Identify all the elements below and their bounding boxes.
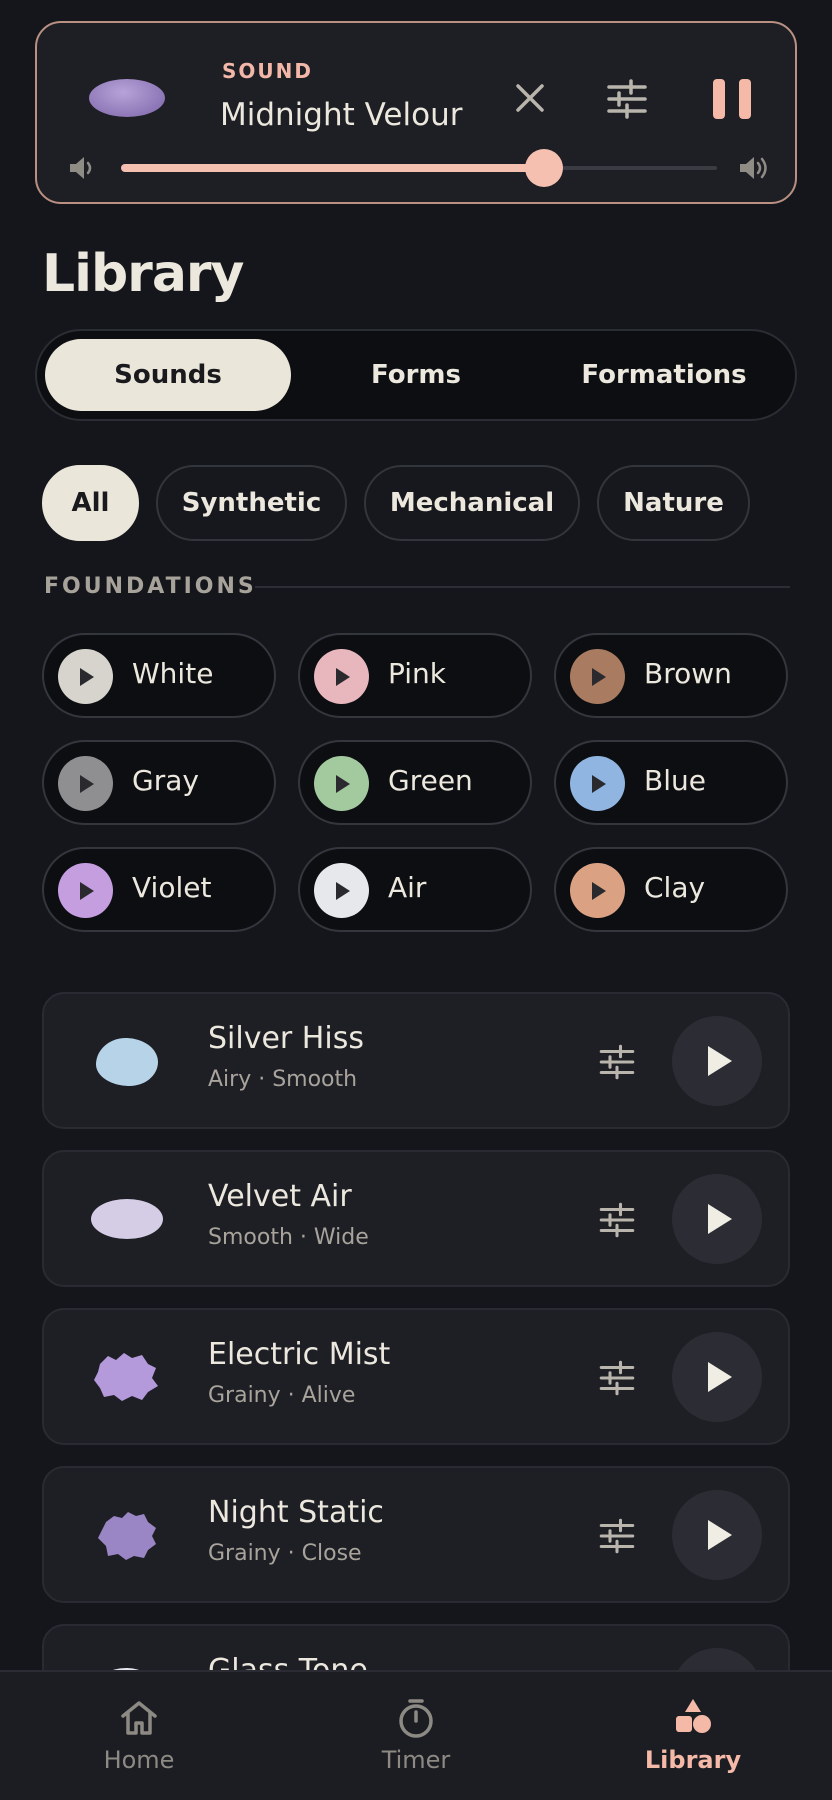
sound-row-silver-hiss[interactable]: Silver Hiss Airy · Smooth: [42, 992, 790, 1129]
sound-title: Electric Mist: [208, 1337, 391, 1372]
tune-icon[interactable]: [596, 1357, 638, 1399]
play-icon: [314, 756, 369, 811]
filter-chip-all[interactable]: All: [42, 465, 139, 541]
close-button[interactable]: [507, 75, 553, 121]
foundation-label: Air: [388, 871, 427, 904]
home-icon: [121, 1701, 157, 1735]
now-playing-kicker: SOUND: [222, 59, 313, 83]
foundation-pill-blue[interactable]: Blue: [554, 740, 788, 825]
play-icon: [570, 756, 625, 811]
foundation-label: Pink: [388, 657, 447, 690]
foundation-pill-pink[interactable]: Pink: [298, 633, 532, 718]
bottom-nav: Home Timer Library: [0, 1670, 832, 1800]
volume-slider[interactable]: [121, 149, 717, 187]
sound-subtitle: Grainy · Close: [208, 1541, 362, 1566]
foundation-pill-brown[interactable]: Brown: [554, 633, 788, 718]
sound-title: Velvet Air: [208, 1179, 352, 1214]
nav-timer[interactable]: Timer: [336, 1696, 496, 1786]
nav-label: Timer: [381, 1746, 451, 1774]
nav-label: Library: [644, 1746, 742, 1774]
tune-button[interactable]: [603, 75, 651, 123]
sound-shape-icon: [96, 1038, 158, 1086]
section-title: FOUNDATIONS: [44, 574, 257, 599]
filter-chip-synthetic[interactable]: Synthetic: [156, 465, 347, 541]
nav-library[interactable]: Library: [613, 1696, 773, 1786]
foundation-pill-white[interactable]: White: [42, 633, 276, 718]
foundation-label: Violet: [132, 871, 212, 904]
play-icon: [58, 756, 113, 811]
volume-high-icon: [740, 157, 767, 179]
nav-label: Home: [103, 1746, 175, 1774]
play-icon: [58, 649, 113, 704]
pause-button[interactable]: [711, 75, 759, 123]
nav-home[interactable]: Home: [59, 1696, 219, 1786]
tune-icon[interactable]: [596, 1041, 638, 1083]
section-divider: [255, 586, 790, 588]
sound-subtitle: Smooth · Wide: [208, 1225, 369, 1250]
tune-icon[interactable]: [596, 1515, 638, 1557]
library-tabs: Sounds Forms Formations: [35, 329, 797, 421]
timer-icon: [399, 1699, 433, 1738]
tab-sounds[interactable]: Sounds: [45, 339, 291, 411]
foundation-label: Green: [388, 764, 473, 797]
library-shapes-icon: [676, 1699, 711, 1733]
tune-icon: [607, 79, 647, 119]
play-button[interactable]: [672, 1174, 762, 1264]
play-icon: [314, 649, 369, 704]
volume-slider-fill: [121, 164, 545, 172]
play-icon: [58, 863, 113, 918]
sound-subtitle: Airy · Smooth: [208, 1067, 358, 1092]
sound-row-velvet-air[interactable]: Velvet Air Smooth · Wide: [42, 1150, 790, 1287]
volume-low-icon: [70, 157, 92, 179]
foundation-pill-air[interactable]: Air: [298, 847, 532, 932]
sound-shape-icon: [89, 79, 165, 117]
foundation-pill-gray[interactable]: Gray: [42, 740, 276, 825]
foundation-pill-violet[interactable]: Violet: [42, 847, 276, 932]
now-playing-title: Midnight Velour: [220, 97, 463, 133]
tab-formations[interactable]: Formations: [541, 339, 787, 411]
page-title: Library: [42, 244, 244, 304]
sound-shape-icon: [98, 1512, 156, 1560]
now-playing-card: SOUND Midnight Velour: [35, 21, 797, 204]
play-button[interactable]: [672, 1332, 762, 1422]
sound-title: Night Static: [208, 1495, 384, 1530]
foundation-pill-green[interactable]: Green: [298, 740, 532, 825]
foundation-label: White: [132, 657, 214, 690]
tab-forms[interactable]: Forms: [293, 339, 539, 411]
play-icon: [570, 863, 625, 918]
foundation-label: Brown: [644, 657, 732, 690]
foundation-label: Clay: [644, 871, 706, 904]
sound-row-night-static[interactable]: Night Static Grainy · Close: [42, 1466, 790, 1603]
play-icon: [314, 863, 369, 918]
sound-shape-icon: [91, 1199, 163, 1239]
foundation-label: Gray: [132, 764, 199, 797]
play-button[interactable]: [672, 1490, 762, 1580]
foundation-label: Blue: [644, 764, 706, 797]
tune-icon[interactable]: [596, 1199, 638, 1241]
sound-row-electric-mist[interactable]: Electric Mist Grainy · Alive: [42, 1308, 790, 1445]
play-button[interactable]: [672, 1016, 762, 1106]
volume-slider-thumb[interactable]: [525, 149, 564, 187]
play-icon: [570, 649, 625, 704]
close-icon: [516, 84, 544, 112]
filter-chip-mechanical[interactable]: Mechanical: [364, 465, 580, 541]
filter-chip-nature[interactable]: Nature: [597, 465, 750, 541]
foundation-pill-clay[interactable]: Clay: [554, 847, 788, 932]
sound-title: Silver Hiss: [208, 1021, 364, 1056]
sound-shape-icon: [94, 1353, 158, 1401]
sound-subtitle: Grainy · Alive: [208, 1383, 356, 1408]
